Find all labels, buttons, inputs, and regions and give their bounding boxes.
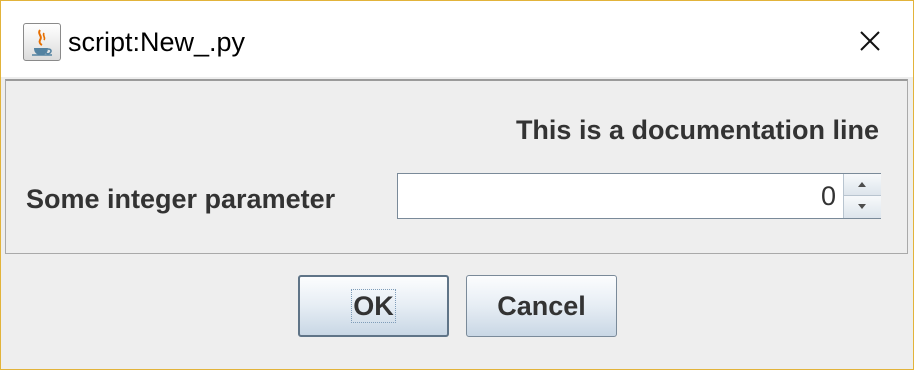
- integer-spinner: [397, 173, 881, 219]
- java-coffee-cup-icon: [23, 23, 61, 61]
- title-bar[interactable]: script:New_.py: [1, 1, 913, 77]
- parameter-panel: This is a documentation line Some intege…: [5, 79, 908, 254]
- close-icon: [860, 31, 880, 51]
- spinner-decrement-button[interactable]: [844, 196, 881, 218]
- ok-button-label: OK: [351, 289, 396, 323]
- spinner-buttons: [843, 174, 881, 218]
- window-title: script:New_.py: [68, 27, 246, 57]
- spinner-increment-button[interactable]: [844, 174, 881, 196]
- arrow-up-icon: [858, 182, 866, 187]
- documentation-line: This is a documentation line: [515, 115, 879, 145]
- cancel-button[interactable]: Cancel: [466, 275, 617, 337]
- arrow-down-icon: [858, 204, 866, 209]
- ok-button[interactable]: OK: [298, 275, 449, 337]
- parameter-label: Some integer parameter: [26, 184, 336, 214]
- integer-parameter-input[interactable]: [402, 174, 836, 218]
- dialog-window: script:New_.py This is a documentation l…: [0, 0, 914, 370]
- close-button[interactable]: [847, 21, 893, 61]
